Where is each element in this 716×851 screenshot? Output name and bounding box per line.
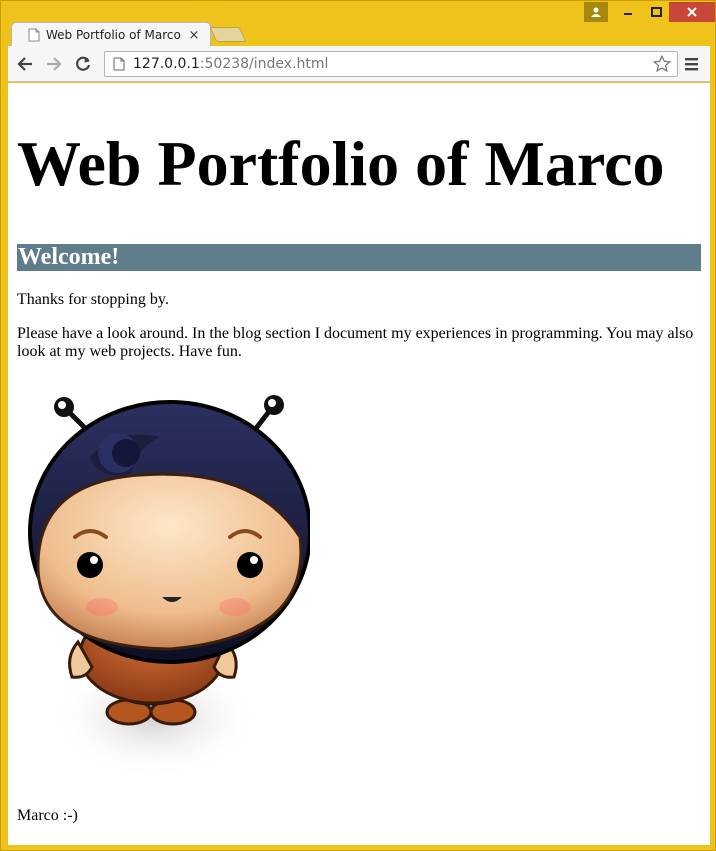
minimize-icon — [624, 13, 632, 15]
browser-window: Web Portfolio of Marco × 127.0.0.1:50238… — [0, 0, 716, 851]
back-icon — [17, 57, 32, 71]
back-button[interactable] — [12, 51, 38, 77]
forward-button[interactable] — [41, 51, 67, 77]
user-profile-button[interactable] — [584, 2, 608, 22]
url-host: 127.0.0.1 — [133, 56, 200, 72]
close-window-button[interactable] — [669, 2, 715, 22]
reload-icon — [76, 56, 91, 71]
reload-button[interactable] — [70, 51, 96, 77]
tab-active[interactable]: Web Portfolio of Marco × — [11, 22, 211, 47]
tab-close-button[interactable]: × — [186, 27, 202, 43]
menu-icon — [685, 58, 698, 71]
page-icon — [28, 28, 40, 42]
signature: Marco :-) — [17, 807, 78, 824]
url-path: :50238/index.html — [199, 56, 329, 72]
toolbar: 127.0.0.1:50238/index.html — [8, 46, 710, 82]
forward-icon — [47, 57, 62, 71]
page-content: Web Portfolio of Marco Welcome! Thanks f… — [8, 83, 710, 845]
maximize-icon — [650, 7, 662, 17]
star-icon[interactable] — [653, 55, 671, 73]
minimize-button[interactable] — [615, 2, 641, 22]
user-icon — [591, 7, 601, 17]
description-paragraph: Please have a look around. In the blog s… — [17, 325, 694, 360]
section-title: Welcome! — [18, 244, 120, 270]
mascot-illustration — [28, 395, 310, 779]
menu-button[interactable] — [682, 54, 702, 74]
page-icon — [113, 57, 125, 71]
maximize-button[interactable] — [643, 2, 669, 22]
new-tab-button[interactable] — [209, 27, 247, 42]
close-icon — [687, 7, 697, 17]
url-text: 127.0.0.1:50238/index.html — [133, 56, 328, 72]
tab-title: Web Portfolio of Marco — [46, 28, 181, 42]
section-header: Welcome! — [17, 244, 701, 271]
page-title: Web Portfolio of Marco — [17, 128, 665, 199]
address-bar[interactable]: 127.0.0.1:50238/index.html — [104, 51, 678, 77]
intro-paragraph: Thanks for stopping by. — [17, 291, 169, 308]
